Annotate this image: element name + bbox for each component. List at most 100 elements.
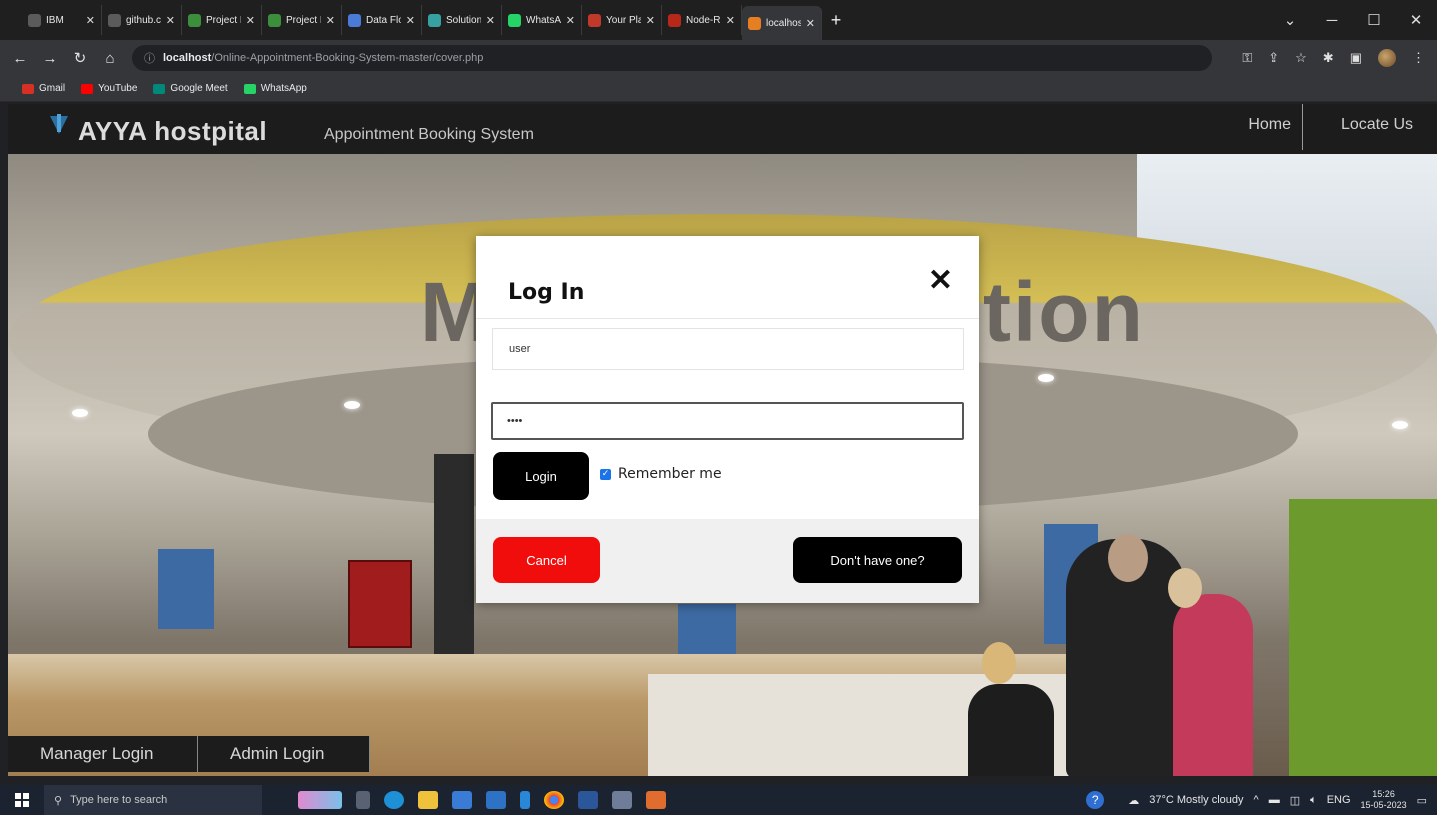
tab-title: WhatsApp bbox=[526, 14, 561, 26]
extensions-icon[interactable]: ✱ bbox=[1323, 50, 1334, 66]
tab-close-icon[interactable]: ✕ bbox=[646, 14, 655, 27]
maximize-icon[interactable]: ☐ bbox=[1353, 11, 1395, 29]
brand-name[interactable]: AYYA hostpital bbox=[78, 116, 267, 147]
admin-login-link[interactable]: Admin Login bbox=[198, 736, 370, 772]
tab-favicon-icon bbox=[188, 13, 201, 27]
search-highlight-icon[interactable] bbox=[298, 791, 342, 809]
forward-arrow-icon[interactable]: → bbox=[42, 50, 58, 67]
help-icon[interactable]: ? bbox=[1086, 791, 1105, 809]
tab-title: Your Platfo bbox=[606, 14, 641, 26]
chrome-icon[interactable] bbox=[544, 791, 564, 809]
tab-favicon-icon bbox=[508, 13, 521, 27]
browser-tab[interactable]: WhatsApp ✕ bbox=[502, 5, 582, 35]
photo-receptionist bbox=[968, 684, 1054, 776]
tab-title: Project Do bbox=[286, 14, 321, 26]
checkbox-checked-icon[interactable]: ✓ bbox=[600, 468, 611, 480]
minimize-icon[interactable]: ─ bbox=[1311, 12, 1353, 29]
taskbar-apps bbox=[298, 791, 666, 809]
browser-tab[interactable]: Project De ✕ bbox=[182, 5, 262, 35]
tab-close-icon[interactable]: ✕ bbox=[806, 17, 815, 30]
start-button[interactable] bbox=[0, 793, 44, 807]
tab-close-icon[interactable]: ✕ bbox=[726, 14, 735, 27]
vscode-icon[interactable] bbox=[520, 791, 530, 809]
url-input[interactable]: ⓘ localhost/Online-Appointment-Booking-S… bbox=[132, 45, 1212, 71]
mail-icon[interactable] bbox=[486, 791, 506, 809]
signup-button[interactable]: Don't have one? bbox=[793, 537, 962, 583]
clock[interactable]: 15:26 15-05-2023 bbox=[1361, 789, 1407, 811]
bookmark-favicon-icon bbox=[153, 83, 166, 94]
app-icon[interactable] bbox=[612, 791, 632, 809]
remember-me-label: Remember me bbox=[618, 466, 722, 482]
tab-close-icon[interactable]: ✕ bbox=[86, 14, 95, 27]
home-icon[interactable]: ⌂ bbox=[102, 50, 118, 67]
password-input[interactable] bbox=[491, 402, 964, 440]
tab-close-icon[interactable]: ✕ bbox=[326, 14, 335, 27]
taskbar-search[interactable]: ⚲ Type here to search bbox=[44, 785, 262, 815]
bookmark-item[interactable]: Gmail bbox=[22, 83, 65, 94]
bookmark-item[interactable]: WhatsApp bbox=[243, 83, 307, 94]
browser-tab[interactable]: Your Platfo ✕ bbox=[582, 5, 662, 35]
close-icon[interactable]: ✕ bbox=[928, 266, 953, 296]
task-view-icon[interactable] bbox=[356, 791, 370, 809]
browser-tab[interactable]: localhost/ ✕ bbox=[742, 6, 822, 40]
menu-kebab-icon[interactable]: ⋮ bbox=[1412, 50, 1425, 66]
browser-tab[interactable]: Node-RED ✕ bbox=[662, 5, 742, 35]
tab-close-icon[interactable]: ✕ bbox=[486, 14, 495, 27]
login-button[interactable]: Login bbox=[493, 452, 589, 500]
browser-tab[interactable]: Data Flow ✕ bbox=[342, 5, 422, 35]
volume-icon[interactable]: 🔈︎ bbox=[1310, 794, 1317, 807]
back-arrow-icon[interactable]: ← bbox=[12, 50, 28, 67]
bookmark-star-icon[interactable]: ☆ bbox=[1295, 50, 1307, 66]
notifications-icon[interactable]: ▭ bbox=[1417, 794, 1427, 807]
new-tab-button[interactable]: + bbox=[822, 10, 850, 31]
remember-me-checkbox[interactable]: ✓ Remember me bbox=[600, 466, 722, 482]
bookmark-favicon-icon bbox=[81, 83, 94, 94]
browser-tab[interactable]: Solution F ✕ bbox=[422, 5, 502, 35]
photo-green-wall bbox=[1289, 499, 1437, 776]
key-icon[interactable]: ⚿ bbox=[1242, 50, 1252, 66]
nav-link-locate-us[interactable]: Locate Us bbox=[1341, 116, 1413, 134]
tray-chevron-icon[interactable]: ^ bbox=[1254, 794, 1259, 806]
browser-tab[interactable]: IBM ✕ bbox=[22, 5, 102, 35]
site-info-icon[interactable]: ⓘ bbox=[144, 50, 155, 66]
edge-icon[interactable] bbox=[384, 791, 404, 809]
bookmark-item[interactable]: Google Meet bbox=[153, 83, 228, 94]
tab-close-icon[interactable]: ✕ bbox=[566, 14, 575, 27]
word-icon[interactable] bbox=[578, 791, 598, 809]
url-host: localhost bbox=[163, 52, 212, 64]
tab-title: Node-RED bbox=[686, 14, 721, 26]
nav-link-home[interactable]: Home bbox=[1248, 116, 1291, 134]
weather-text[interactable]: 37°C Mostly cloudy bbox=[1149, 794, 1243, 806]
username-input[interactable] bbox=[492, 328, 964, 370]
sidepanel-icon[interactable]: ▣ bbox=[1350, 50, 1362, 66]
bookmark-item[interactable]: YouTube bbox=[81, 83, 137, 94]
xampp-icon[interactable] bbox=[646, 791, 666, 809]
cancel-button[interactable]: Cancel bbox=[493, 537, 600, 583]
tab-title: github.com bbox=[126, 14, 161, 26]
address-bar: ← → ↻ ⌂ ⓘ localhost/Online-Appointment-B… bbox=[0, 40, 1437, 76]
reload-icon[interactable]: ↻ bbox=[72, 49, 88, 67]
share-icon[interactable]: ⇪ bbox=[1268, 50, 1279, 66]
language-indicator[interactable]: ENG bbox=[1327, 794, 1351, 806]
store-icon[interactable] bbox=[452, 791, 472, 809]
tab-close-icon[interactable]: ✕ bbox=[166, 14, 175, 27]
modal-divider bbox=[476, 318, 979, 319]
close-window-icon[interactable]: ✕ bbox=[1395, 11, 1437, 29]
photo-woman-head bbox=[1168, 568, 1202, 608]
window-controls: ⌄ ─ ☐ ✕ bbox=[1269, 0, 1437, 40]
browser-tab[interactable]: github.com ✕ bbox=[102, 5, 182, 35]
tab-close-icon[interactable]: ✕ bbox=[246, 14, 255, 27]
battery-icon[interactable]: ▬ bbox=[1269, 794, 1280, 806]
photo-red-cabinet bbox=[348, 560, 412, 648]
profile-avatar[interactable] bbox=[1378, 49, 1396, 67]
tab-close-icon[interactable]: ✕ bbox=[406, 14, 415, 27]
modal-footer: Cancel Don't have one? bbox=[476, 519, 979, 603]
manager-login-link[interactable]: Manager Login bbox=[8, 736, 198, 772]
browser-tab[interactable]: Project Do ✕ bbox=[262, 5, 342, 35]
tab-title: Solution F bbox=[446, 14, 481, 26]
tab-search-icon[interactable]: ⌄ bbox=[1269, 11, 1311, 29]
tab-favicon-icon bbox=[268, 13, 281, 27]
file-explorer-icon[interactable] bbox=[418, 791, 438, 809]
tab-favicon-icon bbox=[348, 13, 361, 27]
network-icon[interactable]: ◫ bbox=[1290, 794, 1300, 807]
